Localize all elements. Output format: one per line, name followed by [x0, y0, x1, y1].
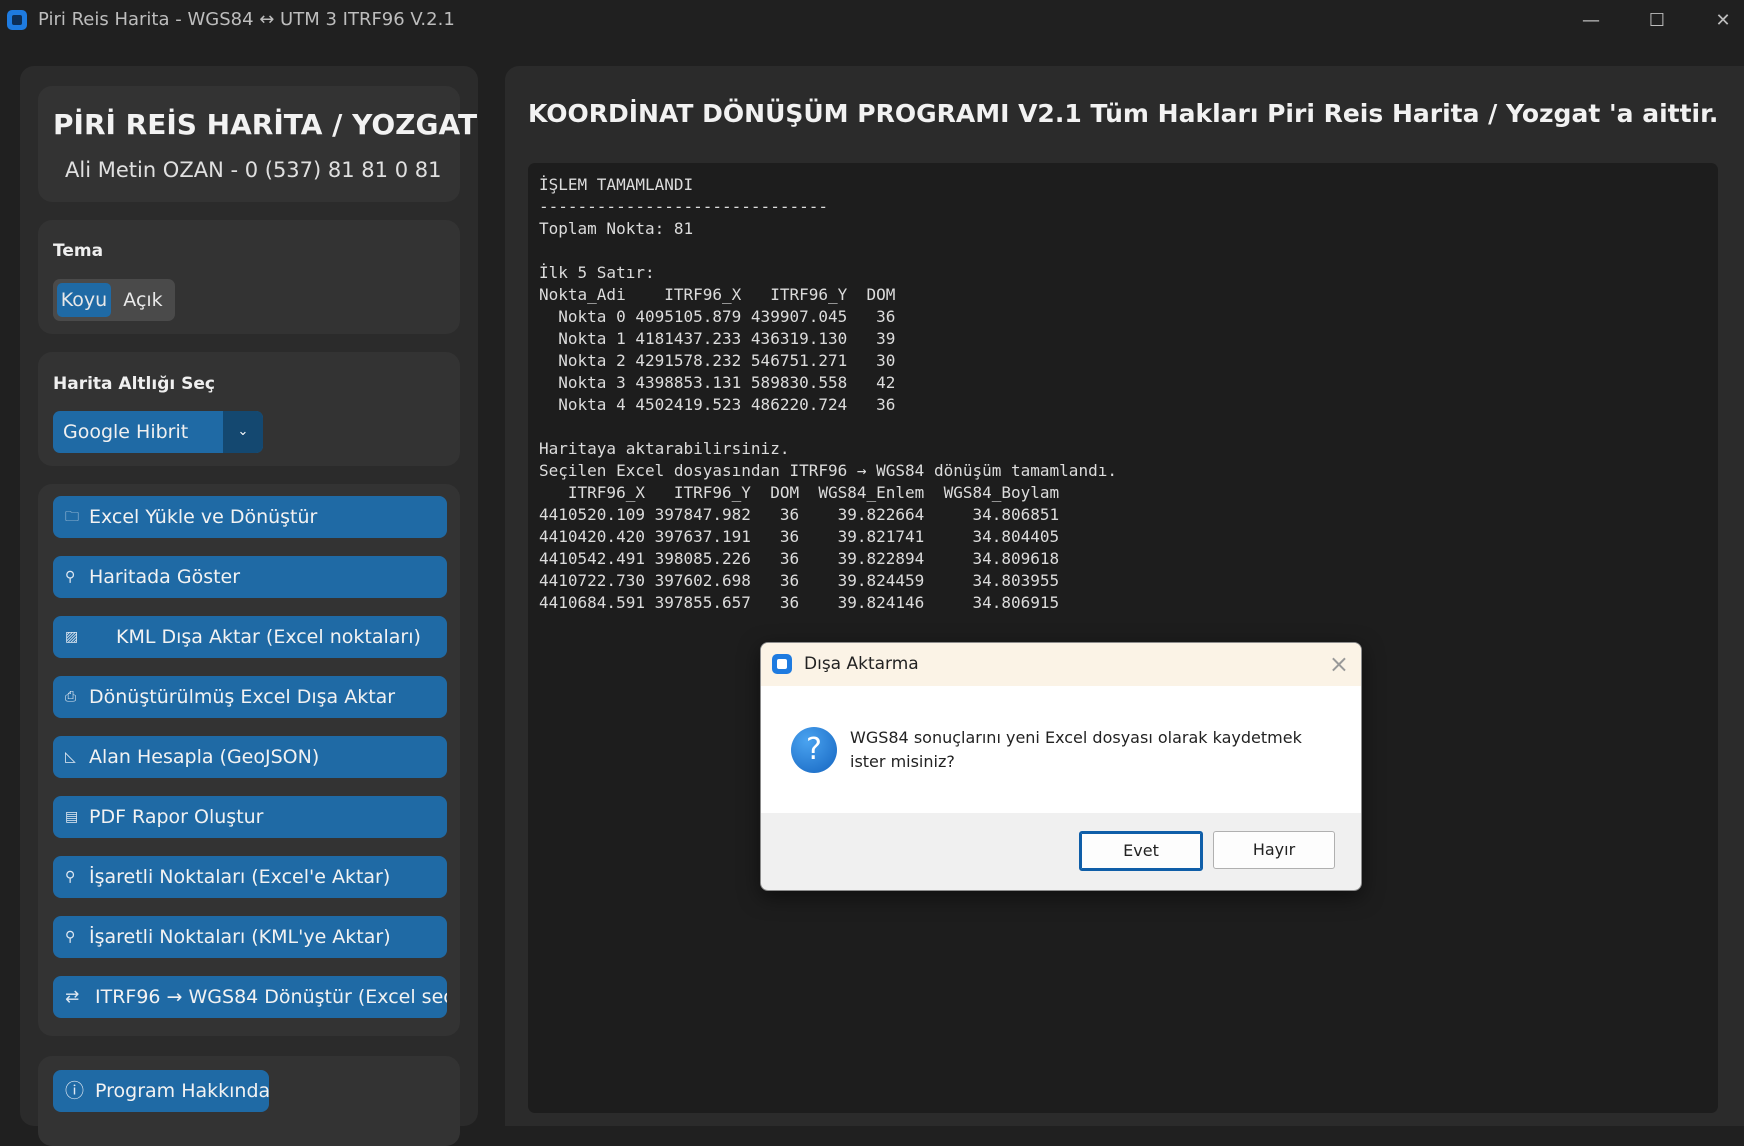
app-icon	[7, 10, 27, 30]
title-bar: Piri Reis Harita - WGS84 ↔ UTM 3 ITRF96 …	[0, 0, 1744, 42]
disk-icon: ⎙	[65, 689, 77, 705]
dialog-body: ? WGS84 sonuçlarını yeni Excel dosyası o…	[761, 686, 1361, 813]
console-text: İŞLEM TAMAMLANDI -----------------------…	[539, 175, 1117, 612]
no-button[interactable]: Hayır	[1213, 831, 1335, 869]
chevron-down-icon[interactable]: ⌄	[223, 411, 263, 453]
window-close-button[interactable]: ✕	[1690, 0, 1744, 42]
brand-title: PİRİ REİS HARİTA / YOZGAT	[53, 108, 478, 141]
dialog-message: WGS84 sonuçlarını yeni Excel dosyası ola…	[850, 728, 1302, 771]
page-title: KOORDİNAT DÖNÜŞÜM PROGRAMI V2.1 Tüm Hakl…	[528, 99, 1719, 128]
itrf96-to-wgs84-button[interactable]: ⇄ ITRF96 → WGS84 Dönüştür (Excel seç)	[53, 976, 447, 1018]
info-icon: ⓘ	[65, 1080, 85, 1102]
map-icon: ▨	[65, 629, 79, 645]
maximize-button[interactable]: ☐	[1624, 0, 1690, 42]
window-title: Piri Reis Harita - WGS84 ↔ UTM 3 ITRF96 …	[38, 9, 455, 30]
kml-export-button[interactable]: ▨ KML Dışa Aktar (Excel noktaları)	[53, 616, 447, 658]
pin-icon: ⚲	[65, 929, 76, 945]
pin-icon: ⚲	[65, 569, 76, 585]
pdf-report-button[interactable]: ▤ PDF Rapor Oluştur	[53, 796, 447, 838]
swap-icon: ⇄	[65, 987, 80, 1007]
dialog-header: Dışa Aktarma ×	[761, 643, 1361, 686]
question-icon: ?	[791, 727, 837, 773]
area-calc-button[interactable]: ◺ Alan Hesapla (GeoJSON)	[53, 736, 447, 778]
marked-points-excel-button[interactable]: ⚲ İşaretli Noktaları (Excel'e Aktar)	[53, 856, 447, 898]
folder-icon: 🗀	[65, 509, 79, 525]
main-panel: KOORDİNAT DÖNÜŞÜM PROGRAMI V2.1 Tüm Hakl…	[505, 66, 1744, 1126]
output-console[interactable]: İŞLEM TAMAMLANDI -----------------------…	[528, 163, 1718, 1113]
pin-icon: ⚲	[65, 869, 76, 885]
theme-card: Tema Koyu Açık	[38, 220, 460, 334]
dialog-title: Dışa Aktarma	[804, 654, 919, 674]
export-dialog: Dışa Aktarma × ? WGS84 sonuçlarını yeni …	[760, 642, 1362, 891]
basemap-card: Harita Altlığı Seç Google Hibrit ⌄	[38, 352, 460, 466]
theme-option-dark[interactable]: Koyu	[57, 283, 111, 317]
brand-subtitle: Ali Metin OZAN - 0 (537) 81 81 0 81	[65, 158, 442, 182]
sidebar: PİRİ REİS HARİTA / YOZGAT Ali Metin OZAN…	[20, 66, 478, 1146]
theme-option-light[interactable]: Açık	[115, 283, 171, 317]
theme-segmented-control: Koyu Açık	[53, 279, 175, 321]
basemap-label: Harita Altlığı Seç	[53, 374, 215, 394]
triangle-ruler-icon: ◺	[65, 749, 76, 765]
basemap-selected: Google Hibrit	[63, 421, 189, 443]
about-button[interactable]: ⓘ Program Hakkında	[53, 1070, 269, 1112]
minimize-button[interactable]: —	[1558, 0, 1624, 42]
dialog-close-icon[interactable]: ×	[1329, 649, 1349, 679]
actions-card: 🗀 Excel Yükle ve Dönüştür ⚲ Haritada Gös…	[38, 484, 460, 1036]
dialog-app-icon	[772, 654, 792, 674]
show-on-map-button[interactable]: ⚲ Haritada Göster	[53, 556, 447, 598]
theme-label: Tema	[53, 241, 104, 261]
yes-button[interactable]: Evet	[1079, 831, 1203, 871]
converted-excel-export-button[interactable]: ⎙ Dönüştürülmüş Excel Dışa Aktar	[53, 676, 447, 718]
document-icon: ▤	[65, 809, 79, 825]
about-card: ⓘ Program Hakkında	[38, 1056, 460, 1146]
excel-load-convert-button[interactable]: 🗀 Excel Yükle ve Dönüştür	[53, 496, 447, 538]
marked-points-kml-button[interactable]: ⚲ İşaretli Noktaları (KML'ye Aktar)	[53, 916, 447, 958]
brand-card: PİRİ REİS HARİTA / YOZGAT Ali Metin OZAN…	[38, 86, 477, 202]
basemap-dropdown[interactable]: Google Hibrit ⌄	[53, 411, 263, 453]
